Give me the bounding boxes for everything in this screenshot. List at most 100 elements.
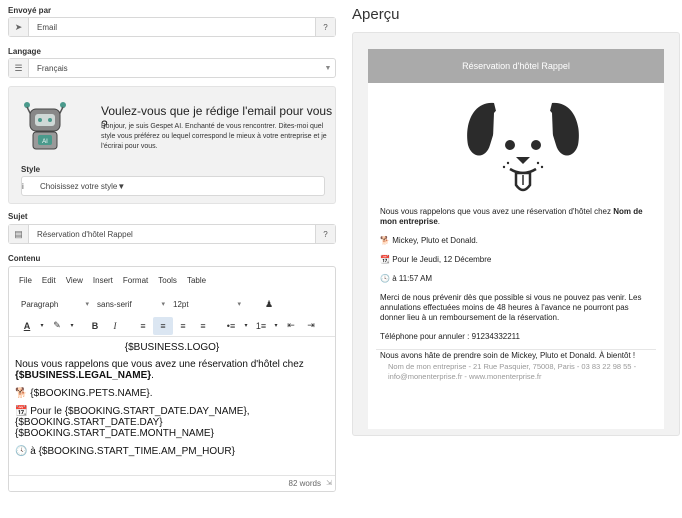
language-value: Français [37,63,68,73]
preview-time: 🕓 à 11:57 AM [380,274,652,284]
clock-icon: 🕓 [15,446,28,457]
chevron-down-icon: ▾ [161,301,165,308]
translate-icon: ☰ [9,59,29,77]
email-footer: Nom de mon entreprise - 21 Rue Pasquier,… [376,349,656,382]
date-token-month: {$BOOKING.START_DATE.MONTH_NAME} [15,428,214,439]
align-justify-icon[interactable]: ≡ [193,317,213,335]
bullet-list-icon[interactable]: •≡ [221,317,241,335]
align-right-icon[interactable]: ≡ [173,317,193,335]
menu-tools[interactable]: Tools [158,276,177,285]
help-icon[interactable]: ? [315,18,335,36]
word-count: 82 words [288,479,321,488]
calendar-icon: 📆 [380,255,390,264]
chevron-down-icon: ▾ [237,301,241,308]
email-header: Réservation d'hôtel Rappel [368,49,664,83]
preview-title: Aperçu [352,6,400,23]
date-paragraph: 📆 Pour le {$BOOKING.START_DATE.DAY_NAME}… [15,406,329,439]
preview-date: 📆 Pour le Jeudi, 12 Décembre [380,255,652,265]
date-token-day: {$BOOKING.START_DATE.DAY} [15,417,163,428]
block-format-select[interactable]: Paragraph ▾ [17,300,93,309]
menu-insert[interactable]: Insert [93,276,113,285]
block-format-value: Paragraph [21,299,59,309]
bold-icon[interactable]: B [85,317,105,335]
editor-statusbar: 82 words ⇲ [9,475,335,491]
merge-tags-icon[interactable]: ♟ [259,295,279,313]
chevron-down-icon[interactable]: ▾ [271,317,281,335]
robot-badge: AI [42,139,48,145]
language-label: Langage [8,47,41,56]
chevron-down-icon: ▼ [324,64,332,72]
preview-notice: Merci de nous prévenir dès que possible … [380,293,642,322]
numbered-list-icon[interactable]: 1≡ [251,317,271,335]
language-select[interactable]: ☰ Français ▼ [8,58,336,78]
preview-intro-text: Nous vous rappelons que vous avez une ré… [380,207,612,216]
chevron-down-icon[interactable]: ▾ [67,317,77,335]
editor-menubar: File Edit View Insert Format Tools Table [9,267,335,293]
style-placeholder: Choisissez votre style [40,181,118,191]
sender-label: Envoyé par [8,6,52,15]
date-token-day-name: Pour le {$BOOKING.START_DATE.DAY_NAME}, [30,406,250,417]
menu-edit[interactable]: Edit [42,276,56,285]
font-family-value: sans-serif [97,299,132,309]
preview-panel: Réservation d'hôtel Rappel Nous vous rap… [352,32,680,436]
dog-icon: 🐕 [380,236,390,245]
editor-toolbar-format: Paragraph ▾ sans-serif ▾ 12pt ▾ ♟ [9,293,335,315]
pets-token: {$BOOKING.PETS.NAME}. [30,388,153,399]
subject-value: Réservation d'hôtel Rappel [37,229,133,239]
dog-icon: 🐕 [15,388,28,399]
menu-file[interactable]: File [19,276,32,285]
rich-text-editor[interactable]: File Edit View Insert Format Tools Table… [8,266,336,492]
send-icon: ➤ [9,18,29,36]
subject-label: Sujet [8,212,28,221]
preview-date-text: Pour le Jeudi, 12 Décembre [392,255,492,264]
ai-assistant-panel: AI Voulez-vous que je rédige l'email pou… [8,86,336,204]
legal-name-token: {$BUSINESS.LEGAL_NAME} [15,370,152,381]
sender-value: Email [37,22,58,32]
style-label: Style [21,165,41,174]
text-color-icon[interactable]: A [17,317,37,335]
intro-text: Nous vous rappelons que vous avez une ré… [15,359,304,370]
ai-description: Bonjour, je suis Gespet AI. Enchanté de … [101,123,327,150]
dog-logo-icon [467,102,579,192]
email-body: Nous vous rappelons que vous avez une ré… [380,207,652,370]
font-size-select[interactable]: 12pt ▾ [169,300,245,309]
content-label: Contenu [8,254,41,263]
align-center-icon[interactable]: ≡ [153,316,173,335]
chevron-down-icon[interactable]: ▾ [37,317,47,335]
font-family-select[interactable]: sans-serif ▾ [93,300,169,309]
preview-pets: 🐕 Mickey, Pluto et Donald. [380,236,652,246]
calendar-icon: 📆 [15,406,28,417]
help-icon[interactable]: ? [315,225,335,243]
robot-icon: AI [24,102,66,150]
time-token: à {$BOOKING.START_TIME.AM_PM_HOUR} [30,446,235,457]
editor-toolbar-style: A ▾ ✎ ▾ B I ≡ ≡ ≡ ≡ •≡ ▾ 1≡ ▾ ⇤ ⇥ [9,315,335,337]
clock-icon: 🕓 [380,274,390,283]
highlight-icon[interactable]: ✎ [47,317,67,335]
italic-icon[interactable]: I [105,317,125,335]
chevron-down-icon: ▼ [117,181,126,191]
outdent-icon[interactable]: ⇤ [281,317,301,335]
font-size-value: 12pt [173,299,189,309]
info-icon: i [22,181,24,191]
intro-paragraph: Nous vous rappelons que vous avez une ré… [15,359,304,381]
pets-paragraph: 🐕 {$BOOKING.PETS.NAME}. [15,388,329,399]
menu-table[interactable]: Table [187,276,206,285]
chevron-down-icon[interactable]: ▾ [241,317,251,335]
preview-time-text: à 11:57 AM [392,274,433,283]
menu-format[interactable]: Format [123,276,148,285]
email-preview: Réservation d'hôtel Rappel Nous vous rap… [368,49,664,429]
style-select[interactable]: i Choisissez votre style ▼ [21,176,325,196]
resize-handle-icon[interactable]: ⇲ [326,476,332,491]
menu-view[interactable]: View [66,276,83,285]
subject-input[interactable]: ▤ Réservation d'hôtel Rappel ? [8,224,336,244]
editor-content[interactable]: {$BUSINESS.LOGO} Nous vous rappelons que… [9,337,335,469]
sender-select[interactable]: ➤ Email ? [8,17,336,37]
preview-phone: Téléphone pour annuler : 91234332211 [380,332,520,341]
indent-icon[interactable]: ⇥ [301,317,321,335]
document-icon: ▤ [9,225,29,243]
preview-intro: Nous vous rappelons que vous avez une ré… [380,207,643,226]
preview-pets-text: Mickey, Pluto et Donald. [392,236,478,245]
logo-token: {$BUSINESS.LOGO} [124,342,220,353]
time-paragraph: 🕓 à {$BOOKING.START_TIME.AM_PM_HOUR} [15,446,329,457]
align-left-icon[interactable]: ≡ [133,317,153,335]
